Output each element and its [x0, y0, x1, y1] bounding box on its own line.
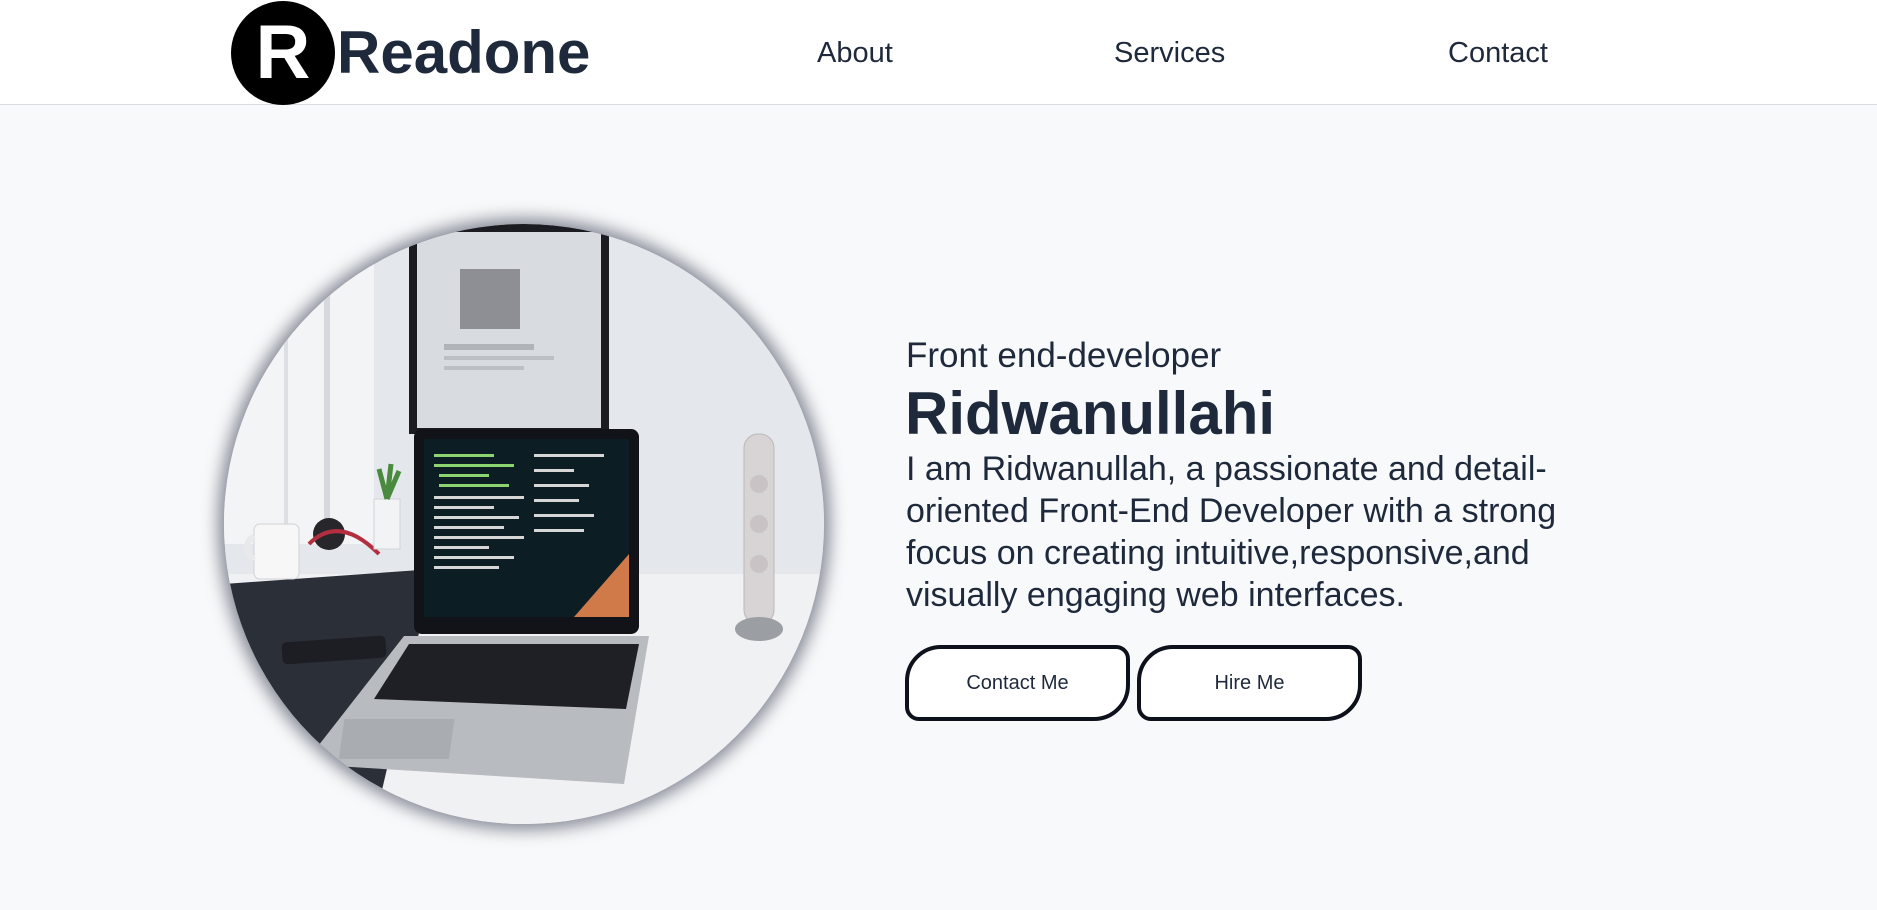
logo-letter: R	[255, 10, 311, 95]
contact-me-button[interactable]: Contact Me	[905, 645, 1130, 721]
logo-text[interactable]: Readone	[337, 20, 590, 86]
laptop-desk-photo-icon	[224, 224, 824, 824]
hero-name: Ridwanullahi	[905, 380, 1276, 447]
logo-badge[interactable]: R	[231, 1, 335, 105]
nav-link-about[interactable]: About	[817, 36, 893, 70]
hire-me-button[interactable]: Hire Me	[1137, 645, 1362, 721]
hero-subtitle: Front end-developer	[906, 336, 1222, 375]
navbar: R Readone About Services Contact	[0, 0, 1877, 105]
nav-link-contact[interactable]: Contact	[1448, 36, 1548, 70]
nav-link-services[interactable]: Services	[1114, 36, 1225, 70]
hero-image	[224, 224, 824, 824]
hero-bio: I am Ridwanullah, a passionate and detai…	[906, 450, 1557, 614]
